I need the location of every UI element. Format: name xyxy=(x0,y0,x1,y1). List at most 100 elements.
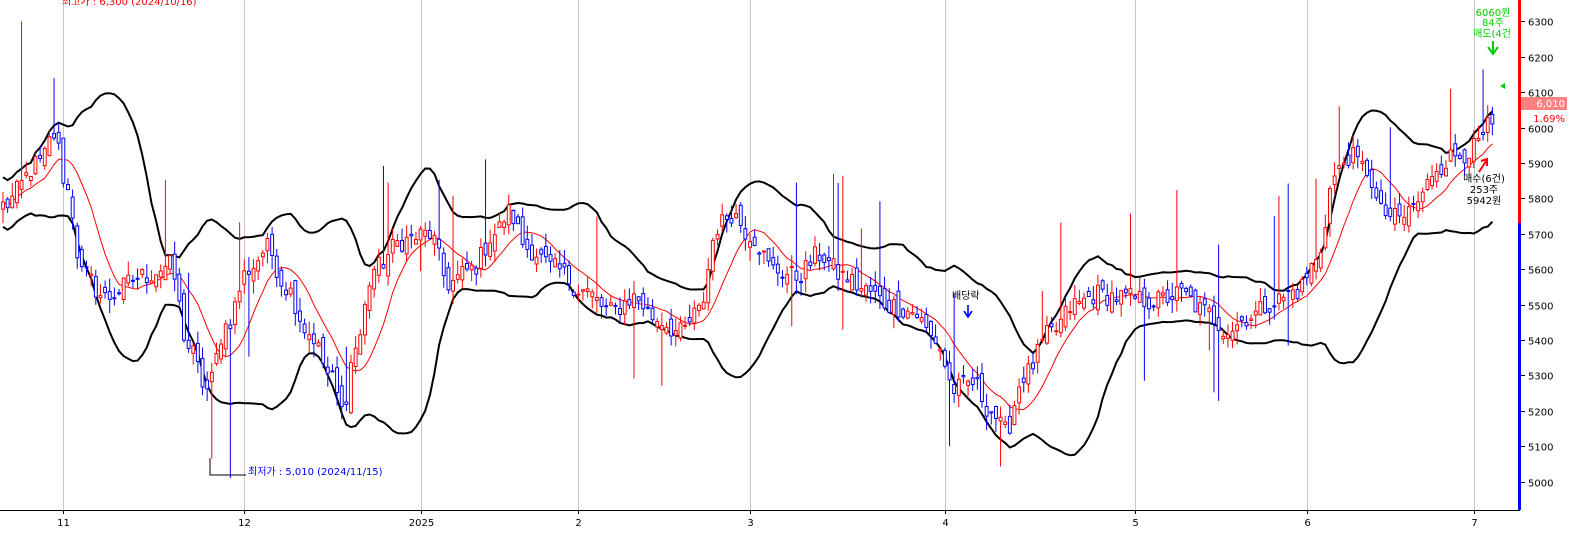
candle-body xyxy=(349,362,353,414)
candle-body xyxy=(404,236,409,255)
candle-body xyxy=(376,256,381,276)
sell-qty-label: 84주 xyxy=(1482,18,1504,29)
candle-body xyxy=(66,184,70,191)
candle-body xyxy=(158,270,163,278)
candle-body xyxy=(1110,292,1114,313)
candle xyxy=(182,289,186,343)
candle-body xyxy=(52,133,56,139)
candle-body xyxy=(1457,154,1462,159)
candle-body xyxy=(942,349,947,367)
candle-body xyxy=(47,136,52,157)
candle-body xyxy=(608,302,613,306)
candle-body xyxy=(1290,289,1295,300)
candle-body xyxy=(140,269,145,275)
candle-body xyxy=(520,216,525,245)
candle-body xyxy=(743,228,748,240)
candle-body xyxy=(650,307,655,321)
candle-body xyxy=(474,267,479,275)
candle-body xyxy=(1490,113,1495,125)
candle-body xyxy=(1360,160,1365,164)
candle-body xyxy=(93,276,98,298)
candle-body xyxy=(131,279,135,282)
candle xyxy=(349,354,353,415)
candle-body xyxy=(1448,149,1453,162)
candle-body xyxy=(418,228,423,241)
candle-body xyxy=(1049,323,1054,328)
candle-body xyxy=(270,233,275,257)
candle-body xyxy=(1235,324,1240,332)
candle-body xyxy=(70,196,75,219)
candle-body xyxy=(274,255,279,279)
candle-body xyxy=(836,264,841,280)
candle-body xyxy=(1304,272,1309,279)
candle-body xyxy=(191,345,196,354)
candle-body xyxy=(1476,137,1481,141)
candle-body xyxy=(1128,288,1133,295)
candle-body xyxy=(465,263,469,270)
candle-body xyxy=(1045,325,1049,344)
candle-body xyxy=(154,274,159,288)
candle-body xyxy=(887,299,892,313)
candle-body xyxy=(1369,169,1374,188)
candle-body xyxy=(678,322,683,339)
candle-body xyxy=(441,252,446,277)
candle-body xyxy=(655,320,660,328)
candle-body xyxy=(497,221,502,228)
candle-body xyxy=(822,254,827,263)
candle-body xyxy=(706,269,711,304)
candle-body xyxy=(1035,344,1040,363)
candle-body xyxy=(1286,290,1291,292)
candle-body xyxy=(738,204,743,227)
candle-body xyxy=(98,295,103,299)
candle-body xyxy=(840,270,845,273)
candle-body xyxy=(1444,167,1448,177)
candle-body xyxy=(75,225,80,259)
candle-body xyxy=(1119,290,1124,305)
candle-body xyxy=(432,234,437,245)
price-tick-label: 5400 xyxy=(1528,337,1553,348)
candle-body xyxy=(952,384,957,394)
candle-body xyxy=(172,253,177,280)
candle-body xyxy=(1434,171,1439,182)
candle-body xyxy=(1137,290,1142,303)
candle-body xyxy=(1221,335,1226,340)
candle-body xyxy=(1277,293,1281,304)
candle-body xyxy=(279,269,284,287)
candle-body xyxy=(831,258,836,270)
candle-body xyxy=(1077,300,1082,304)
candle-body xyxy=(390,239,395,254)
candle-body xyxy=(1096,284,1100,311)
candle-body xyxy=(1295,289,1300,300)
candle-body xyxy=(766,248,771,262)
candle-body xyxy=(980,373,984,403)
candle-body xyxy=(571,291,576,296)
candle-body xyxy=(33,156,38,175)
candle-body xyxy=(771,257,776,266)
candle-body xyxy=(302,323,307,334)
candle-body xyxy=(813,246,817,264)
candle-body xyxy=(627,298,632,306)
candle-body xyxy=(363,304,367,336)
candle-body xyxy=(1481,132,1485,136)
candle-body xyxy=(878,285,882,297)
candle-body xyxy=(641,293,646,310)
candle-body xyxy=(1063,305,1068,328)
candle-body xyxy=(970,377,975,386)
candle xyxy=(1309,262,1314,287)
candle-body xyxy=(975,376,980,380)
candle-body xyxy=(729,217,734,224)
candle-body xyxy=(511,209,516,225)
price-tick-label: 6300 xyxy=(1528,18,1553,29)
candle-body xyxy=(715,233,720,240)
candle-body xyxy=(144,277,149,283)
candle-body xyxy=(330,370,335,373)
candle-body xyxy=(664,326,669,334)
candle-body xyxy=(1086,291,1091,297)
candle-body xyxy=(1142,287,1147,308)
price-tick-label: 5800 xyxy=(1528,195,1553,206)
candle-body xyxy=(247,270,251,275)
last-price-value: 6,010 xyxy=(1536,99,1565,110)
candle-body xyxy=(19,179,24,190)
candle-body xyxy=(748,241,752,248)
candle-body xyxy=(149,280,154,284)
